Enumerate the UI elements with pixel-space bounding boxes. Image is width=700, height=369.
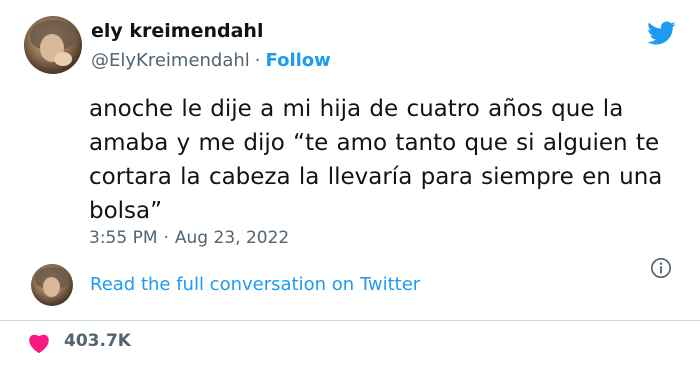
info-icon[interactable] — [650, 257, 672, 279]
author-handle[interactable]: @ElyKreimendahl — [91, 50, 250, 71]
divider — [0, 320, 700, 321]
tweet-timestamp[interactable]: 3:55 PM · Aug 23, 2022 — [89, 228, 289, 248]
avatar-hand-shape — [54, 52, 72, 66]
tweet-text: anoche le dije a mi hija de cuatro años … — [89, 96, 663, 224]
author-handle-row: @ElyKreimendahl · Follow — [91, 50, 331, 71]
tweet-card: ely kreimendahl @ElyKreimendahl · Follow a… — [0, 0, 700, 369]
like-count[interactable]: 403.7K — [64, 331, 131, 351]
tweet-time: 3:55 PM — [89, 228, 158, 248]
tweet-date: Aug 23, 2022 — [174, 228, 290, 248]
handle-separator: · — [254, 50, 261, 71]
author-name[interactable]: ely kreimendahl — [91, 20, 263, 42]
read-conversation-link[interactable]: Read the full conversation on Twitter — [90, 274, 420, 295]
avatar-face-shape — [43, 277, 60, 297]
follow-button[interactable]: Follow — [266, 50, 331, 71]
heart-icon[interactable] — [27, 332, 51, 354]
conversation-avatar[interactable] — [31, 264, 73, 306]
twitter-bird-icon[interactable] — [644, 18, 678, 48]
author-avatar[interactable] — [24, 16, 82, 74]
timestamp-separator: · — [163, 228, 169, 248]
